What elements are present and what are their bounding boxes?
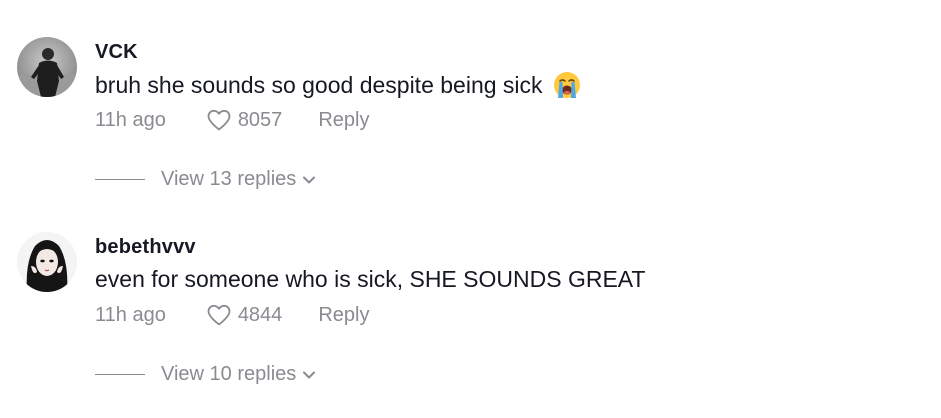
- comment-username[interactable]: VCK: [95, 41, 138, 64]
- chevron-down-icon: [303, 176, 316, 183]
- chevron-down-icon: [303, 371, 316, 378]
- comment-meta: 11h ago 4844 Reply: [95, 303, 369, 327]
- view-replies-label: View 10 replies: [161, 363, 297, 385]
- comment-timestamp: 11h ago: [95, 303, 166, 326]
- view-replies-label: View 13 replies: [161, 168, 297, 190]
- comment-text: bruh she sounds so good despite being si…: [95, 71, 581, 99]
- like-count: 8057: [237, 108, 283, 131]
- avatar[interactable]: [17, 232, 77, 292]
- heart-outline-icon: [207, 304, 231, 326]
- reply-button[interactable]: Reply: [318, 304, 369, 327]
- reply-button[interactable]: Reply: [318, 109, 369, 132]
- avatar-photo: [17, 37, 77, 97]
- comment-username[interactable]: bebethvvv: [95, 236, 196, 259]
- replies-divider: [95, 373, 145, 376]
- view-replies-button[interactable]: View 13 replies: [95, 168, 316, 191]
- heart-outline-icon: [207, 109, 231, 131]
- loudly-crying-face-emoji: [553, 71, 581, 99]
- comment-text: even for someone who is sick, SHE SOUNDS…: [95, 266, 645, 293]
- comment-timestamp: 11h ago: [95, 108, 166, 131]
- avatar[interactable]: [17, 37, 77, 97]
- comment-text-content: bruh she sounds so good despite being si…: [95, 71, 543, 98]
- avatar-photo: [17, 232, 77, 292]
- view-replies-button[interactable]: View 10 replies: [95, 363, 316, 386]
- comment-text-content: even for someone who is sick, SHE SOUNDS…: [95, 266, 646, 292]
- replies-divider: [95, 178, 145, 181]
- like-count: 4844: [237, 303, 283, 326]
- comment-meta: 11h ago 8057 Reply: [95, 108, 369, 132]
- like-button[interactable]: 4844: [206, 303, 283, 327]
- like-button[interactable]: 8057: [206, 108, 283, 132]
